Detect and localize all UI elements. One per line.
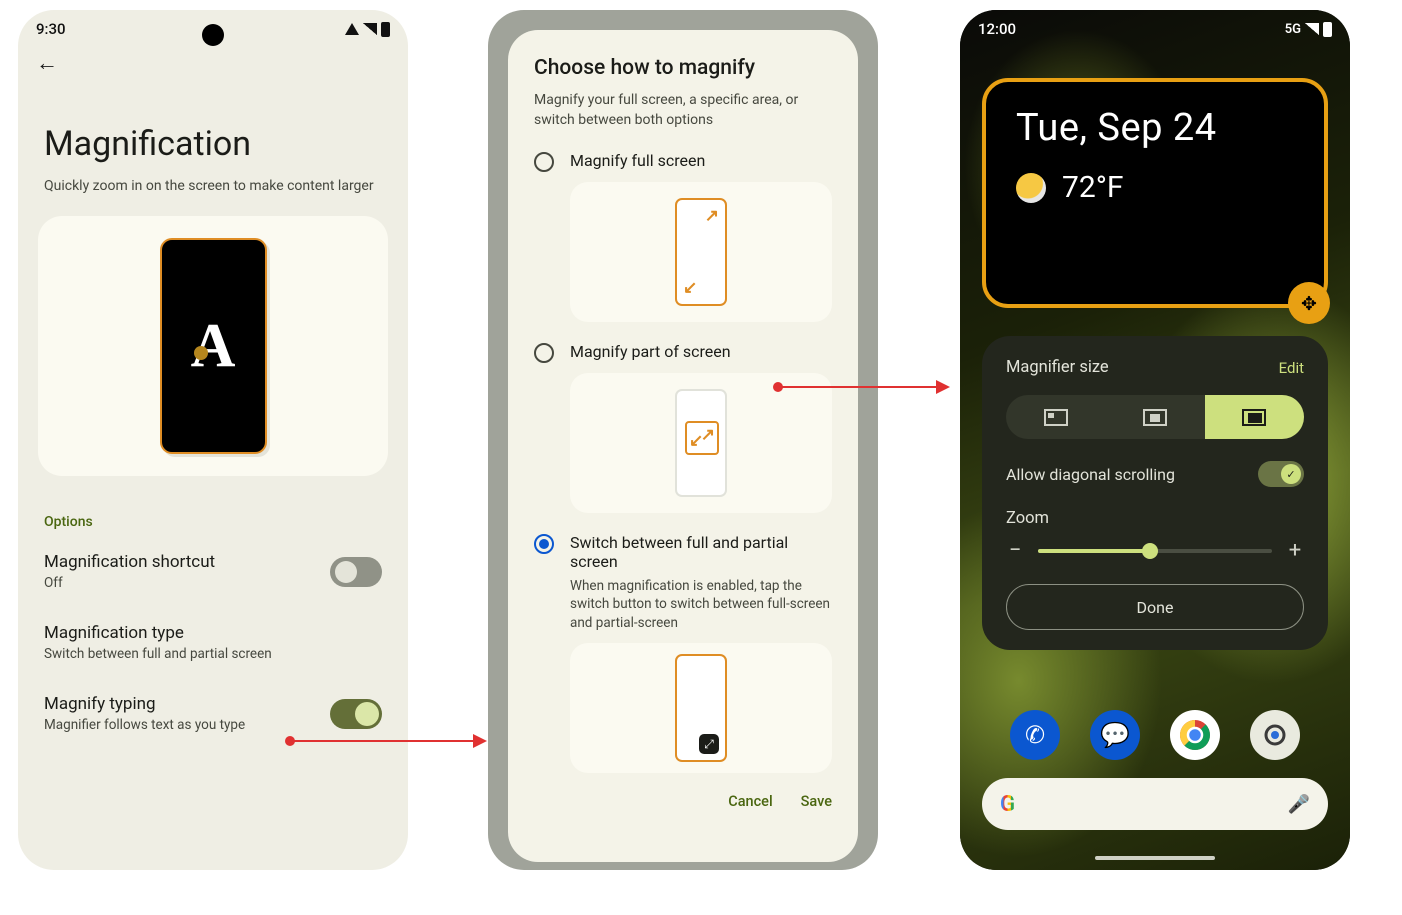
edit-button[interactable]: Edit (1279, 359, 1304, 377)
mic-icon[interactable]: 🎤 (1288, 794, 1310, 815)
diagonal-scrolling-label: Allow diagonal scrolling (1006, 465, 1175, 484)
weather-icon (1016, 173, 1046, 203)
dialog-title: Choose how to magnify (534, 56, 832, 80)
size-selector (1006, 395, 1304, 439)
row-title: Magnification shortcut (44, 552, 215, 572)
sheet-title: Magnifier size (1006, 358, 1109, 377)
dialog-subtitle: Magnify your full screen, a specific are… (534, 90, 832, 131)
widget-weather: 72°F (1016, 170, 1294, 205)
row-magnify-typing[interactable]: Magnify typing Magnifier follows text as… (18, 678, 408, 749)
row-magnification-type[interactable]: Magnification type Switch between full a… (18, 607, 408, 678)
screen-home-with-magnifier: 12:00 5G Tue, Sep 24 72°F ✥ Magnifier si… (960, 10, 1350, 870)
status-time: 9:30 (36, 20, 66, 38)
size-medium-icon (1143, 409, 1167, 426)
page-subtitle: Quickly zoom in on the screen to make co… (18, 174, 408, 212)
flow-arrow-2 (778, 386, 948, 388)
status-bar: 12:00 5G (960, 10, 1350, 42)
shortcut-toggle[interactable] (330, 557, 382, 587)
wifi-icon (345, 23, 359, 35)
option-magnify-part-of-screen[interactable]: Magnify part of screen (534, 342, 832, 363)
flow-arrow-1 (290, 740, 485, 742)
radio-sublabel: When magnification is enabled, tap the s… (570, 577, 832, 634)
app-dock: ✆ 💬 (960, 710, 1350, 760)
row-title: Magnify typing (44, 694, 245, 714)
row-title: Magnification type (44, 623, 272, 643)
zoom-in-button[interactable]: + (1286, 540, 1304, 562)
switch-icon: ⤢ (699, 734, 719, 754)
camera-app-icon[interactable] (1250, 710, 1300, 760)
battery-icon (1323, 22, 1332, 37)
radio-icon[interactable] (534, 152, 554, 172)
battery-icon (381, 22, 390, 37)
cancel-button[interactable]: Cancel (728, 793, 772, 810)
size-small-button[interactable] (1006, 395, 1105, 439)
size-large-button[interactable] (1205, 395, 1304, 439)
gesture-bar[interactable] (1095, 856, 1215, 860)
done-label: Done (1137, 598, 1174, 617)
radio-label: Magnify part of screen (570, 342, 731, 361)
option-switch-full-partial[interactable]: Switch between full and partial screen W… (534, 533, 832, 634)
row-subtitle: Magnifier follows text as you type (44, 717, 245, 733)
row-magnification-shortcut[interactable]: Magnification shortcut Off (18, 536, 408, 607)
size-medium-button[interactable] (1105, 395, 1204, 439)
camera-cutout (202, 24, 224, 46)
network-label: 5G (1285, 22, 1301, 37)
status-indicators: 5G (1285, 22, 1332, 37)
typing-toggle[interactable] (330, 699, 382, 729)
radio-icon[interactable] (534, 343, 554, 363)
page-title: Magnification (18, 84, 408, 174)
size-large-icon (1242, 409, 1266, 426)
row-subtitle: Switch between full and partial screen (44, 646, 272, 662)
status-time: 12:00 (978, 20, 1016, 38)
messages-app-icon[interactable]: 💬 (1090, 710, 1140, 760)
zoom-slider[interactable] (1038, 549, 1272, 553)
size-small-icon (1044, 409, 1068, 426)
done-button[interactable]: Done (1006, 584, 1304, 630)
google-logo-icon: G (1000, 792, 1015, 817)
save-button[interactable]: Save (801, 793, 832, 810)
widget-date: Tue, Sep 24 (1016, 106, 1294, 150)
dialog-choose-how-to-magnify: Choose how to magnify Magnify your full … (508, 30, 858, 862)
chrome-app-icon[interactable] (1170, 710, 1220, 760)
diagonal-scrolling-toggle[interactable] (1258, 461, 1304, 487)
diagram-switch: ⤢ (570, 643, 832, 773)
screen-magnify-dialog: Choose how to magnify Magnify your full … (488, 10, 878, 870)
diagram-part-of-screen: ↗↙ (570, 373, 832, 513)
radio-icon[interactable] (534, 534, 554, 554)
option-magnify-full-screen[interactable]: Magnify full screen (534, 151, 832, 172)
weather-temp: 72°F (1062, 170, 1124, 205)
row-subtitle: Off (44, 575, 215, 591)
zoom-label: Zoom (1006, 509, 1304, 528)
options-section-label: Options (18, 480, 408, 536)
magnifier-size-sheet: Magnifier size Edit Allow diagonal scrol… (982, 336, 1328, 650)
magnifier-viewport[interactable]: Tue, Sep 24 72°F ✥ (982, 78, 1328, 308)
search-bar[interactable]: G 🎤 (982, 778, 1328, 830)
preview-card: A (38, 216, 388, 476)
phone-app-icon[interactable]: ✆ (1010, 710, 1060, 760)
preview-phone-icon: A (160, 238, 267, 454)
radio-label: Switch between full and partial screen (570, 533, 832, 571)
back-button[interactable]: ← (18, 42, 408, 84)
slider-thumb[interactable] (1142, 543, 1158, 559)
radio-label: Magnify full screen (570, 151, 705, 170)
zoom-out-button[interactable]: − (1006, 540, 1024, 562)
signal-icon (1305, 23, 1319, 35)
signal-icon (363, 23, 377, 35)
diagram-full-screen: ↗↙ (570, 182, 832, 322)
move-handle-icon[interactable]: ✥ (1288, 282, 1330, 324)
status-indicators (345, 22, 390, 37)
